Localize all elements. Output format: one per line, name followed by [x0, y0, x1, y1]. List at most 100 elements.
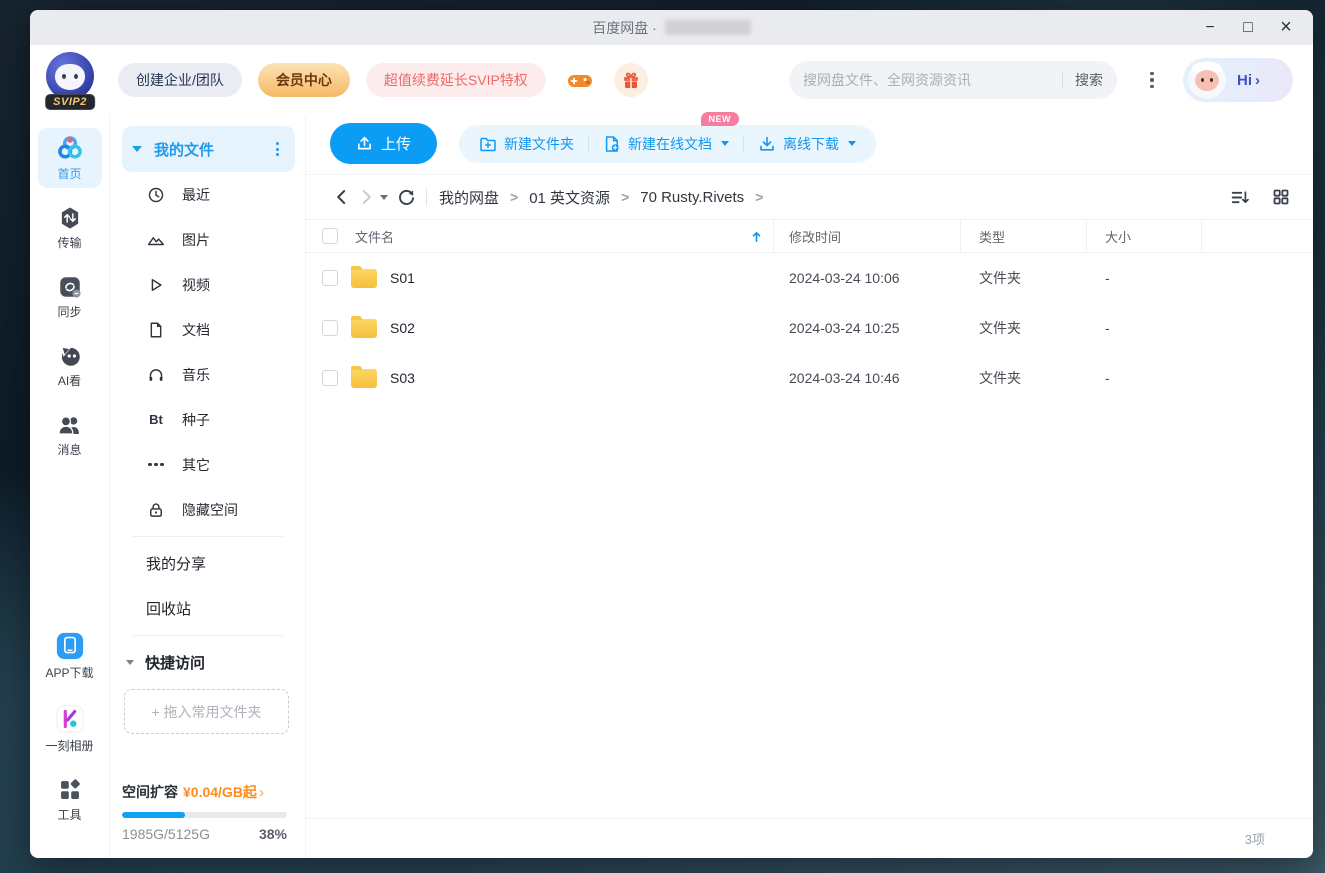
folder-icon	[351, 265, 377, 288]
gift-icon[interactable]	[613, 63, 648, 97]
folder-icon	[351, 315, 377, 338]
rail-item-sync[interactable]: 同步	[38, 268, 102, 326]
sidebar-item-music[interactable]: 音乐	[122, 352, 295, 397]
file-name[interactable]: S01	[390, 270, 415, 286]
ellipsis-icon	[146, 462, 166, 467]
row-checkbox[interactable]	[322, 320, 338, 336]
new-badge: NEW	[700, 111, 740, 126]
table-row[interactable]: S03 2024-03-24 10:46 文件夹 -	[306, 353, 1313, 403]
upload-button[interactable]: 上传	[330, 123, 438, 164]
sidebar-item-hidden-space[interactable]: 隐藏空间	[122, 487, 295, 532]
breadcrumb-item-current[interactable]: 70 Rusty.Rivets	[640, 189, 744, 206]
sidebar-item-videos[interactable]: 视频	[122, 262, 295, 307]
tools-icon	[57, 777, 83, 803]
search-input[interactable]	[803, 72, 1050, 88]
chevron-down-icon	[848, 141, 857, 146]
status-bar: 3项	[306, 818, 1313, 858]
history-dropdown-icon[interactable]	[380, 194, 388, 200]
action-toolbar: 上传 新建文件夹 NEW 新建在线文档 离线下载	[306, 111, 1313, 175]
sidebar-item-others[interactable]: 其它	[122, 442, 295, 487]
new-doc-icon	[603, 135, 621, 153]
forward-button[interactable]	[354, 185, 378, 209]
search-button[interactable]: 搜索	[1075, 70, 1103, 90]
new-folder-icon	[479, 135, 497, 153]
svip-promo-button[interactable]: 超值续费延长SVIP特权	[365, 63, 546, 97]
offline-download-button[interactable]: 离线下载	[744, 125, 870, 163]
sidebar-item-my-files[interactable]: 我的文件	[122, 126, 295, 172]
storage-expand-link[interactable]: 空间扩容 ¥0.04/GB起 ›	[122, 782, 287, 802]
upload-icon	[356, 135, 373, 152]
sidebar-item-torrents[interactable]: Bt 种子	[122, 397, 295, 442]
account-logo[interactable]: SVIP2	[38, 50, 102, 110]
my-files-kebab-icon[interactable]	[272, 138, 283, 160]
maximize-button[interactable]: □	[1233, 15, 1263, 41]
breadcrumb-item[interactable]: 01 英文资源	[529, 187, 610, 208]
rail-item-app-download[interactable]: APP下载	[38, 625, 102, 687]
sidebar-item-recent[interactable]: 最近	[122, 172, 295, 217]
file-size: -	[1105, 270, 1110, 286]
file-name[interactable]: S02	[390, 320, 415, 336]
rail-item-tools[interactable]: 工具	[38, 771, 102, 829]
rail-item-messages[interactable]: 消息	[38, 406, 102, 464]
rail-item-ai-view[interactable]: AI看	[38, 337, 102, 395]
sort-list-icon[interactable]	[1227, 185, 1251, 209]
breadcrumb-item-root[interactable]: 我的网盘	[439, 187, 499, 208]
back-button[interactable]	[330, 185, 354, 209]
app-download-icon	[55, 631, 85, 661]
grid-view-icon[interactable]	[1269, 185, 1293, 209]
column-header-size[interactable]: 大小	[1087, 220, 1202, 252]
storage-progress-fill	[122, 812, 185, 818]
ai-view-icon	[57, 343, 83, 369]
breadcrumb: 我的网盘 > 01 英文资源 > 70 Rusty.Rivets >	[439, 187, 774, 208]
user-avatar	[1187, 60, 1227, 100]
sidebar-item-pictures[interactable]: 图片	[122, 217, 295, 262]
search-divider	[1062, 71, 1063, 89]
lock-icon	[146, 501, 166, 519]
table-row[interactable]: S01 2024-03-24 10:06 文件夹 -	[306, 253, 1313, 303]
column-header-modified[interactable]: 修改时间	[774, 220, 961, 252]
rail-item-photos[interactable]: 一刻相册	[38, 698, 102, 760]
column-header-type[interactable]: 类型	[961, 220, 1087, 252]
download-icon	[758, 135, 776, 153]
item-count: 3项	[1244, 832, 1265, 847]
new-online-doc-button[interactable]: NEW 新建在线文档	[589, 111, 743, 163]
file-type: 文件夹	[979, 270, 1021, 286]
file-size: -	[1105, 370, 1110, 386]
quick-access-dropzone[interactable]: + 拖入常用文件夹	[124, 689, 289, 734]
file-modified-time: 2024-03-24 10:25	[789, 320, 900, 336]
storage-usage-text: 1985G/5125G	[122, 826, 210, 842]
more-menu-button[interactable]	[1139, 63, 1165, 97]
path-bar: 我的网盘 > 01 英文资源 > 70 Rusty.Rivets >	[306, 175, 1313, 219]
sidebar-item-recycle-bin[interactable]: 回收站	[122, 586, 295, 631]
sort-ascending-icon[interactable]	[750, 230, 763, 243]
close-button[interactable]: ×	[1271, 15, 1301, 41]
main-content: 上传 新建文件夹 NEW 新建在线文档 离线下载 我的网盘 > 01 英文资源 …	[306, 111, 1313, 858]
column-header-name[interactable]: 文件名	[355, 227, 394, 246]
table-header: 文件名 修改时间 类型 大小	[306, 219, 1313, 253]
row-checkbox[interactable]	[322, 270, 338, 286]
sidebar-item-my-shares[interactable]: 我的分享	[122, 541, 295, 586]
bt-icon: Bt	[149, 412, 163, 427]
row-checkbox[interactable]	[322, 370, 338, 386]
app-title-text: 百度网盘 ·	[592, 19, 657, 36]
member-center-button[interactable]: 会员中心	[257, 63, 350, 97]
user-profile-button[interactable]: Hi ›	[1183, 58, 1293, 102]
create-team-button[interactable]: 创建企业/团队	[118, 63, 242, 97]
sidebar-item-documents[interactable]: 文档	[122, 307, 295, 352]
chevron-down-icon	[721, 141, 730, 146]
table-row[interactable]: S02 2024-03-24 10:25 文件夹 -	[306, 303, 1313, 353]
gamepad-icon[interactable]	[566, 66, 594, 94]
rail-item-home[interactable]: 首页	[37, 128, 102, 188]
minimize-button[interactable]: −	[1195, 15, 1225, 41]
new-folder-button[interactable]: 新建文件夹	[465, 125, 588, 163]
refresh-button[interactable]	[394, 185, 418, 209]
storage-section: 空间扩容 ¥0.04/GB起 › 1985G/5125G 38%	[122, 782, 287, 842]
rail-item-transfer[interactable]: 传输	[38, 199, 102, 257]
sidebar-section-quick-access[interactable]: 快捷访问	[122, 640, 295, 685]
file-name[interactable]: S03	[390, 370, 415, 386]
secondary-toolbar-group: 新建文件夹 NEW 新建在线文档 离线下载	[459, 111, 877, 163]
header: SVIP2 创建企业/团队 会员中心 超值续费延长SVIP特权 搜索 Hi›	[30, 45, 1313, 115]
select-all-checkbox[interactable]	[322, 228, 338, 244]
divider	[132, 536, 283, 537]
column-header-spacer	[1202, 220, 1313, 252]
